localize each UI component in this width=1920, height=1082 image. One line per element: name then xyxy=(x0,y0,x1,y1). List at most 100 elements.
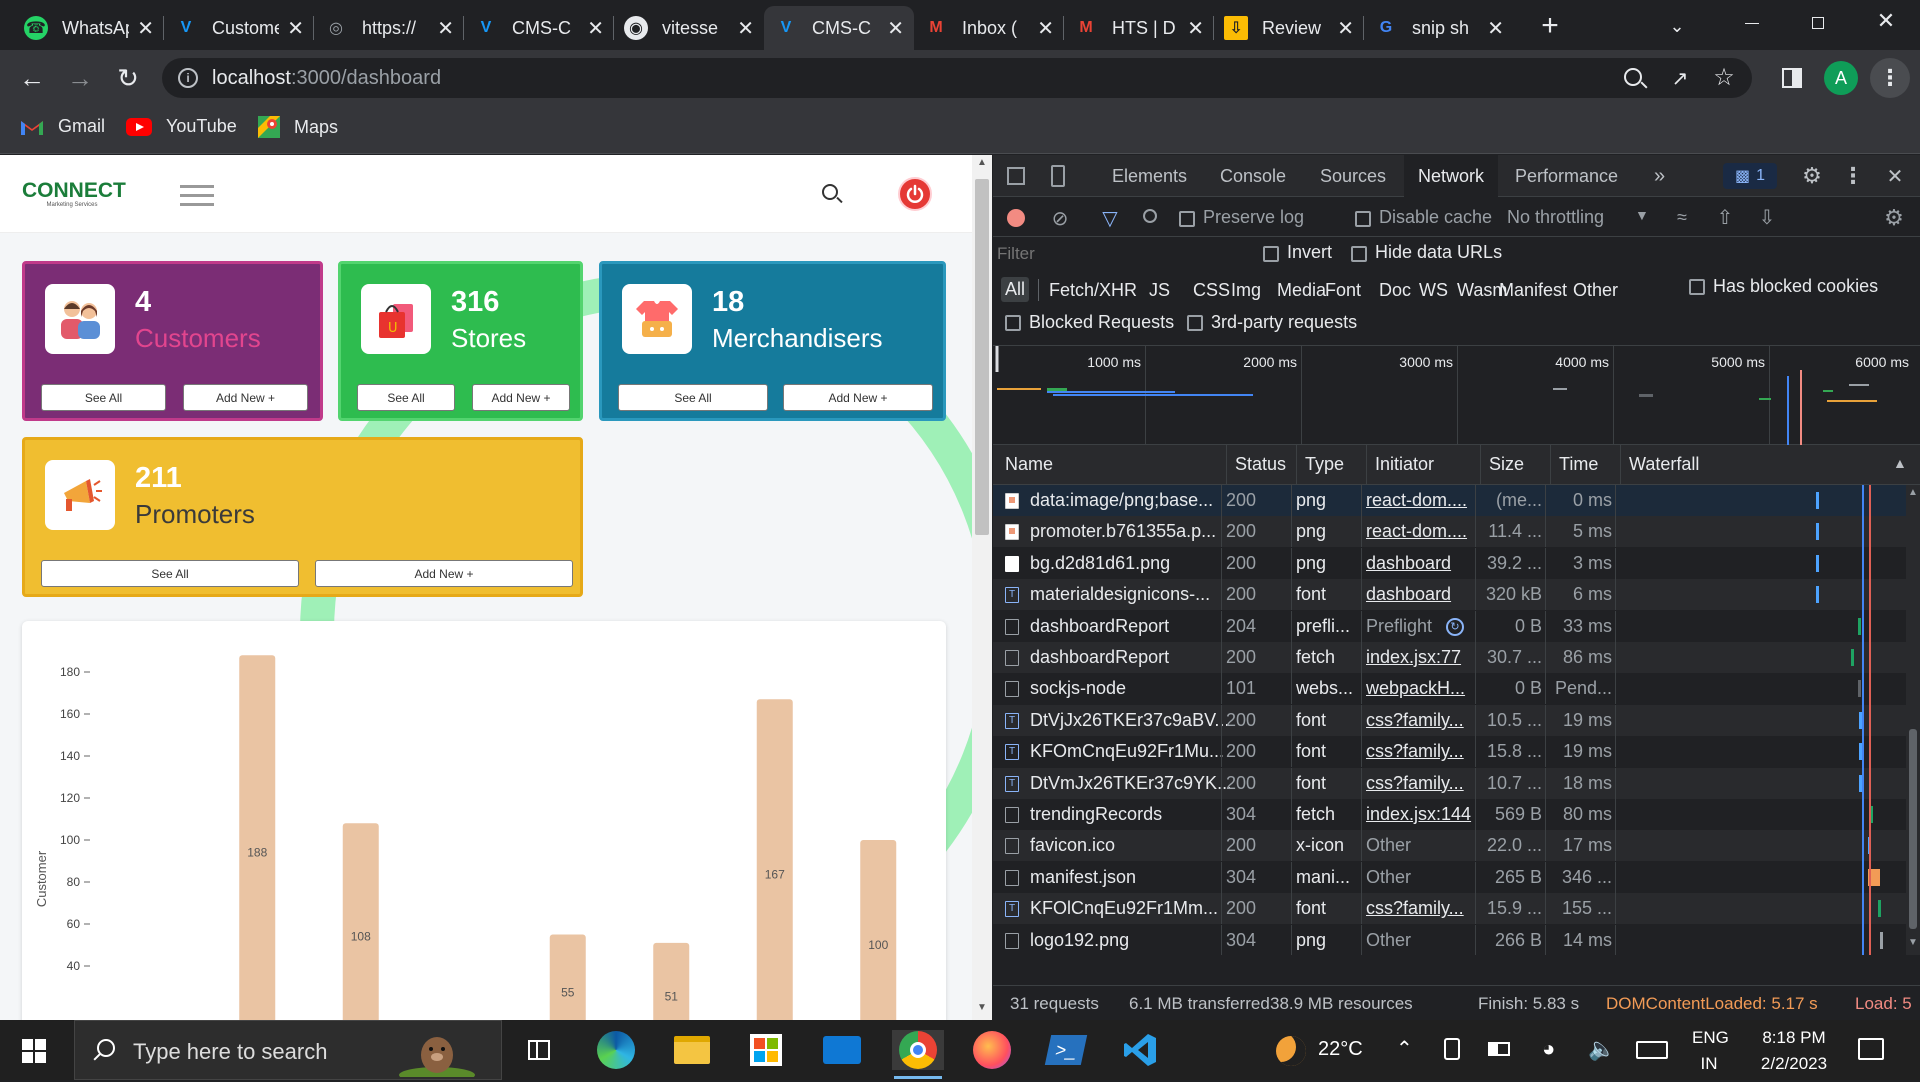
mail-taskbar-icon[interactable] xyxy=(820,1030,864,1070)
third-party-requests-checkbox[interactable]: 3rd-party requests xyxy=(1187,312,1357,333)
battery-icon[interactable] xyxy=(1488,1042,1510,1056)
column-header-waterfall[interactable]: Waterfall xyxy=(1629,454,1699,475)
reload-button[interactable]: ↻ xyxy=(112,62,144,94)
profile-avatar[interactable]: A xyxy=(1824,61,1858,95)
browser-tab-3[interactable]: ◎ https:// ✕ xyxy=(314,6,464,50)
issues-badge[interactable]: ▩ 1 xyxy=(1723,163,1777,189)
close-tab-icon[interactable]: ✕ xyxy=(587,16,604,41)
filter-type-all[interactable]: All xyxy=(1001,277,1030,302)
filter-type-font[interactable]: Font xyxy=(1325,280,1361,301)
column-header-time[interactable]: Time xyxy=(1559,454,1598,475)
hamburger-menu-icon[interactable] xyxy=(180,185,214,207)
close-tab-icon[interactable]: ✕ xyxy=(887,16,904,41)
scroll-down-arrow-icon[interactable]: ▼ xyxy=(1906,937,1920,951)
column-header-initiator[interactable]: Initiator xyxy=(1375,454,1434,475)
language-indicator[interactable]: ENG IN xyxy=(1692,1028,1729,1074)
filter-type-js[interactable]: JS xyxy=(1149,280,1170,301)
filter-icon[interactable]: ▽ xyxy=(1099,207,1121,230)
preserve-log-checkbox[interactable]: Preserve log xyxy=(1179,207,1304,228)
browser-tab-6[interactable]: V CMS-C ✕ xyxy=(764,6,914,50)
powershell-taskbar-icon[interactable]: >_ xyxy=(1044,1030,1088,1070)
side-panel-icon[interactable] xyxy=(1782,68,1802,88)
stores-add-new-button[interactable]: Add New + xyxy=(472,384,570,411)
close-tab-icon[interactable]: ✕ xyxy=(1487,16,1504,41)
tab-performance[interactable]: Performance xyxy=(1501,155,1632,197)
more-tabs-icon[interactable]: » xyxy=(1640,155,1679,197)
checkbox[interactable] xyxy=(1355,210,1371,227)
column-header-status[interactable]: Status xyxy=(1235,454,1286,475)
chart-bar[interactable] xyxy=(239,655,276,1020)
search-network-icon[interactable] xyxy=(1143,209,1157,223)
weather-moon-icon[interactable] xyxy=(1276,1036,1306,1066)
request-row[interactable]: dashboardReport 200 fetch index.jsx:77 30.7 … xyxy=(993,642,1906,673)
logo[interactable]: CONNECT Marketing Services xyxy=(22,180,126,209)
disable-cache-checkbox[interactable]: Disable cache xyxy=(1355,207,1492,228)
throttling-select[interactable]: No throttling xyxy=(1507,207,1604,228)
bookmark-youtube[interactable]: YouTube xyxy=(126,116,237,137)
tab-sources[interactable]: Sources xyxy=(1306,155,1400,197)
chart-bar[interactable] xyxy=(653,942,690,1020)
bookmark-gmail[interactable]: Gmail xyxy=(20,116,105,137)
request-row[interactable]: trendingRecords 304 fetch index.jsx:144 569 … xyxy=(993,799,1906,830)
chart-bar[interactable] xyxy=(342,823,379,1020)
file-explorer-taskbar-icon[interactable] xyxy=(670,1030,714,1070)
power-logout-icon[interactable] xyxy=(898,177,932,211)
site-info-icon[interactable]: i xyxy=(178,68,198,88)
close-tab-icon[interactable]: ✕ xyxy=(287,16,304,41)
zoom-icon[interactable] xyxy=(1624,68,1648,89)
restore-window-button[interactable] xyxy=(1798,8,1838,38)
record-icon[interactable] xyxy=(1007,209,1025,227)
request-row[interactable]: T KFOlCnqEu92Fr1Mm... 200 font css?family...… xyxy=(993,893,1906,925)
stores-see-all-button[interactable]: See All xyxy=(357,384,455,411)
export-har-icon[interactable]: ⇩ xyxy=(1755,205,1779,229)
chart-bar[interactable] xyxy=(549,934,586,1021)
browser-tab-9[interactable]: ⇩ Review ✕ xyxy=(1214,6,1364,50)
close-devtools-icon[interactable]: ✕ xyxy=(1882,163,1908,189)
request-row[interactable]: T DtVmJx26TKEr37c9YK... 200 font css?family.… xyxy=(993,767,1906,799)
close-tab-icon[interactable]: ✕ xyxy=(437,16,454,41)
scroll-down-arrow-icon[interactable]: ▼ xyxy=(972,1002,992,1018)
requests-scrollbar[interactable]: ▲ ▼ xyxy=(1906,485,1920,955)
preflight-icon[interactable]: ↻ xyxy=(1446,617,1464,636)
network-overview-timeline[interactable]: 1000 ms 2000 ms 3000 ms 4000 ms 5000 ms 6000 … xyxy=(993,345,1920,446)
share-icon[interactable]: ↗ xyxy=(1667,65,1693,91)
column-header-size[interactable]: Size xyxy=(1489,454,1524,475)
windows-start-icon[interactable] xyxy=(22,1039,46,1063)
request-initiator[interactable]: react-dom.... xyxy=(1366,490,1476,511)
filter-type-ws[interactable]: WS xyxy=(1419,280,1448,301)
checkbox[interactable] xyxy=(1179,210,1195,227)
request-initiator[interactable]: css?family... xyxy=(1366,773,1476,794)
request-row[interactable]: bg.d2d81d61.png 200 png dashboard 39.2 ... 3 … xyxy=(993,547,1906,579)
browser-tab-2[interactable]: V Customers ✕ xyxy=(164,6,314,50)
browser-tab-10[interactable]: Gsnip sh ✕ xyxy=(1364,6,1514,50)
clock[interactable]: 8:18 PM 2/2/2023 xyxy=(1744,1028,1844,1074)
close-tab-icon[interactable]: ✕ xyxy=(737,16,754,41)
merchandisers-add-new-button[interactable]: Add New + xyxy=(783,384,933,411)
minimize-window-button[interactable] xyxy=(1732,8,1772,38)
new-tab-button[interactable]: + xyxy=(1532,9,1568,42)
filter-input[interactable] xyxy=(997,240,1237,268)
device-toolbar-icon[interactable] xyxy=(1051,165,1065,187)
volume-icon[interactable]: 🔈 xyxy=(1588,1036,1615,1062)
browser-tab-4[interactable]: V CMS-C ✕ xyxy=(464,6,614,50)
merchandisers-see-all-button[interactable]: See All xyxy=(618,384,768,411)
chrome-menu-icon[interactable]: ⋮ xyxy=(1870,58,1910,98)
filter-type-doc[interactable]: Doc xyxy=(1379,280,1411,301)
devtools-menu-icon[interactable]: ⋮ xyxy=(1842,163,1864,189)
filter-type-other[interactable]: Other xyxy=(1573,280,1618,301)
clear-icon[interactable]: ⊘ xyxy=(1049,207,1071,230)
forward-button[interactable]: → xyxy=(64,62,96,94)
filter-type-media[interactable]: Media xyxy=(1277,280,1326,301)
inspect-element-icon[interactable] xyxy=(1007,167,1025,185)
promoters-add-new-button[interactable]: Add New + xyxy=(315,560,573,587)
request-row[interactable]: favicon.ico 200 x-icon Other 22.0 ... 17 ms xyxy=(993,830,1906,862)
checkbox[interactable] xyxy=(1263,245,1279,262)
request-initiator[interactable]: dashboard xyxy=(1366,553,1476,574)
page-scrollbar[interactable]: ▲ ▼ xyxy=(972,155,992,1020)
request-initiator[interactable]: css?family... xyxy=(1366,710,1476,731)
column-header-type[interactable]: Type xyxy=(1305,454,1344,475)
tab-elements[interactable]: Elements xyxy=(1098,155,1201,197)
request-initiator[interactable]: css?family... xyxy=(1366,898,1476,919)
has-blocked-cookies-checkbox[interactable]: Has blocked cookies xyxy=(1689,276,1878,297)
request-initiator[interactable]: dashboard xyxy=(1366,584,1476,605)
